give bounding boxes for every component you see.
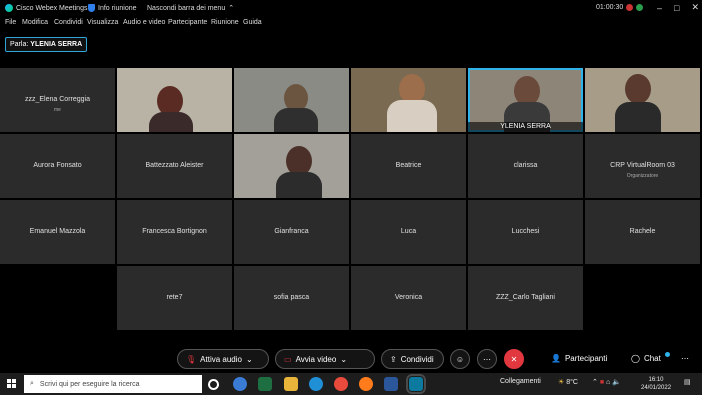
firefox-icon[interactable] xyxy=(359,377,373,391)
search-icon: ⌕ xyxy=(30,380,34,387)
network-label: Collegamenti xyxy=(500,378,541,385)
chevron-up-icon: ⌃ xyxy=(228,5,235,12)
participants-panel-button[interactable]: 👤 Partecipanti xyxy=(551,354,607,363)
participant-tile[interactable]: Luca xyxy=(351,200,466,264)
panel-options-button[interactable]: ⋯ xyxy=(681,354,689,363)
maximize-icon[interactable]: □ xyxy=(674,3,679,13)
participant-video-tile[interactable] xyxy=(585,68,700,132)
participant-tile[interactable]: Rachele xyxy=(585,200,700,264)
menu-partecipante[interactable]: Partecipante xyxy=(168,19,207,26)
participant-tile[interactable]: Gianfranca xyxy=(234,200,349,264)
windows-start-icon[interactable] xyxy=(7,379,16,388)
participant-tile[interactable]: clarissa xyxy=(468,134,583,198)
clock[interactable]: 16:10 24/01/2022 xyxy=(641,376,671,392)
more-options-button[interactable]: ⋯ xyxy=(477,349,497,369)
participants-icon: 👤 xyxy=(551,354,561,363)
participant-tile[interactable]: zzz_Elena Correggia me xyxy=(0,68,115,132)
app-title: Cisco Webex Meetings xyxy=(5,4,87,12)
webex-taskbar-icon[interactable] xyxy=(406,374,426,394)
chat-icon: ◯ xyxy=(631,354,640,363)
chat-notification-dot xyxy=(664,352,670,357)
security-tray-icon: ■ xyxy=(599,379,605,386)
menu-modifica[interactable]: Modifica xyxy=(22,19,48,26)
emoji-icon: ☺ xyxy=(455,354,465,364)
reactions-button[interactable]: ☺ xyxy=(450,349,470,369)
tray-icons[interactable]: ⌃ ■ ⌂ 🔈 xyxy=(592,378,621,386)
active-speaker-badge: Parla: YLENIA SERRA xyxy=(5,37,88,52)
participant-name-label: YLENIA SERRA xyxy=(468,122,583,132)
menu-condividi[interactable]: Condividi xyxy=(54,19,83,26)
participant-tile[interactable]: Beatrice xyxy=(351,134,466,198)
participant-video-tile-active[interactable]: YLENIA SERRA xyxy=(468,68,583,132)
chevron-down-icon: ⌄ xyxy=(245,354,253,364)
hide-menu-button[interactable]: Nascondi barra dei menu ⌃ xyxy=(147,4,235,13)
participant-tile[interactable]: Veronica xyxy=(351,266,466,330)
chevron-up-icon: ⌃ xyxy=(592,379,598,386)
menu-guida[interactable]: Guida xyxy=(243,19,262,26)
camera-off-icon: ▭ xyxy=(284,354,292,364)
file-explorer-icon[interactable] xyxy=(284,377,298,391)
window-controls: – □ ✕ xyxy=(657,2,699,13)
participant-video-tile[interactable] xyxy=(234,134,349,198)
unmute-audio-button[interactable]: 🎙 Attiva audio ⌄ xyxy=(177,349,269,369)
windows-taskbar: ⌕ Scrivi qui per eseguire la ricerca Col… xyxy=(0,373,702,395)
recording-icon xyxy=(626,4,634,11)
participant-tile[interactable]: rete7 xyxy=(117,266,232,330)
taskbar-search[interactable]: ⌕ Scrivi qui per eseguire la ricerca xyxy=(24,375,202,393)
weather-sun-icon: ☀ xyxy=(558,379,565,386)
chrome-icon[interactable] xyxy=(334,377,348,391)
title-bar: Cisco Webex Meetings Info riunione Nasco… xyxy=(0,0,702,17)
participant-tile[interactable]: CRP VirtualRoom 03 Organizzatore xyxy=(585,134,700,198)
more-icon: ⋯ xyxy=(681,354,689,363)
chevron-down-icon: ⌄ xyxy=(340,354,348,364)
participant-tile[interactable]: Emanuel Mazzola xyxy=(0,200,115,264)
share-icon: ⇪ xyxy=(390,354,397,364)
participant-tile[interactable]: sofia pasca xyxy=(234,266,349,330)
participant-tile[interactable]: Aurora Fonsato xyxy=(0,134,115,198)
menu-bar: File Modifica Condividi Visualizza Audio… xyxy=(0,17,702,30)
participant-video xyxy=(625,74,651,104)
network-icon: ⌂ xyxy=(606,379,611,386)
volume-icon: 🔈 xyxy=(612,379,621,386)
participant-tile[interactable]: Battezzato Aleister xyxy=(117,134,232,198)
menu-audio-video[interactable]: Audio e video xyxy=(123,19,165,26)
participant-video-tile[interactable] xyxy=(351,68,466,132)
chat-panel-button[interactable]: ◯ Chat xyxy=(631,352,670,363)
more-icon: ⋯ xyxy=(483,354,491,364)
menu-visualizza[interactable]: Visualizza xyxy=(87,19,118,26)
share-button[interactable]: ⇪ Condividi xyxy=(381,349,444,369)
edge-icon[interactable] xyxy=(309,377,323,391)
leave-meeting-button[interactable]: ✕ xyxy=(504,349,524,369)
close-icon[interactable]: ✕ xyxy=(691,2,699,13)
shield-icon xyxy=(88,4,95,12)
security-icon xyxy=(636,4,644,11)
meeting-timer: 01:00:30 xyxy=(596,4,644,11)
participant-video-tile[interactable] xyxy=(117,68,232,132)
webex-logo-icon xyxy=(5,4,13,12)
participant-tile[interactable]: Francesca Bortignon xyxy=(117,200,232,264)
close-icon: ✕ xyxy=(510,354,518,364)
browser-icon[interactable] xyxy=(233,377,247,391)
word-icon[interactable] xyxy=(384,377,398,391)
microphone-muted-icon: 🎙 xyxy=(186,354,197,364)
participant-tile[interactable]: ZZZ_Carlo Tagliani xyxy=(468,266,583,330)
notifications-icon[interactable]: ▤ xyxy=(684,378,691,386)
start-video-button[interactable]: ▭ Avvia video ⌄ xyxy=(275,349,375,369)
participant-tile[interactable]: Lucchesi xyxy=(468,200,583,264)
task-view-icon[interactable] xyxy=(208,379,219,390)
meeting-info-button[interactable]: Info riunione xyxy=(88,4,137,12)
excel-icon[interactable] xyxy=(258,377,272,391)
menu-riunione[interactable]: Riunione xyxy=(211,19,239,26)
minimize-icon[interactable]: – xyxy=(657,3,662,13)
meeting-controls: 🎙 Attiva audio ⌄ ▭ Avvia video ⌄ ⇪ Condi… xyxy=(0,345,702,373)
participant-video-tile[interactable] xyxy=(234,68,349,132)
menu-file[interactable]: File xyxy=(5,19,16,26)
weather-widget[interactable]: ☀ 8°C xyxy=(558,378,578,386)
